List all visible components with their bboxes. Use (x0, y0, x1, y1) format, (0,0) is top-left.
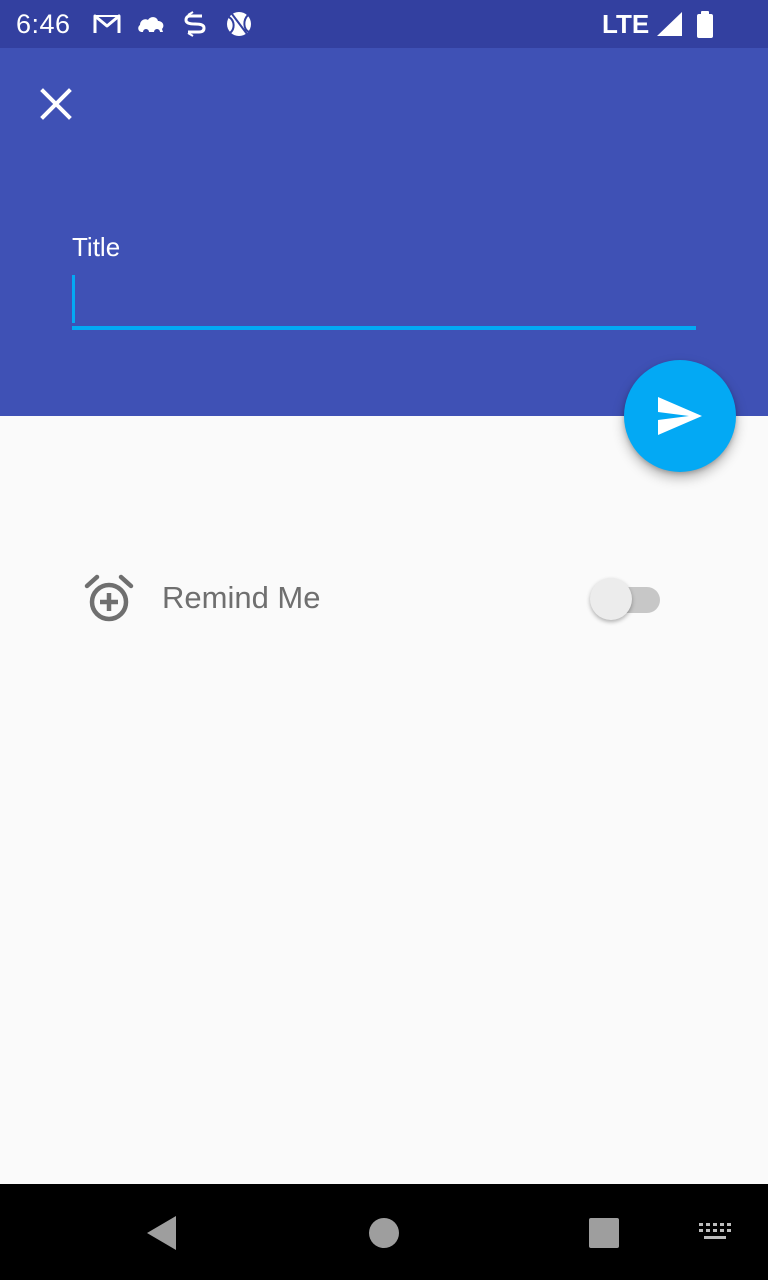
remind-label: Remind Me (162, 580, 321, 615)
close-icon (40, 88, 72, 120)
header: Title (0, 48, 768, 416)
keyboard-icon[interactable] (690, 1208, 740, 1258)
status-bar: 6:46 LTE (0, 0, 768, 48)
text-cursor (72, 275, 75, 323)
send-icon (658, 397, 702, 435)
switch-thumb (590, 578, 632, 620)
screen: 6:46 LTE Title Remind Me (0, 0, 768, 1280)
title-label: Title (72, 232, 121, 262)
remind-row: Remind Me (72, 560, 696, 636)
back-icon[interactable] (136, 1208, 186, 1258)
send-button[interactable] (624, 360, 736, 472)
title-input[interactable] (72, 272, 696, 330)
status-network: LTE (602, 9, 650, 39)
navigation-bar (0, 1184, 768, 1280)
battery-icon (697, 11, 713, 38)
status-time: 6:46 (16, 9, 71, 39)
remind-switch[interactable] (590, 578, 662, 620)
alarm-add-icon (84, 574, 134, 622)
close-button[interactable] (24, 72, 88, 136)
recents-icon[interactable] (579, 1208, 629, 1258)
signal-icon (657, 12, 682, 36)
cloud-icon (138, 17, 164, 35)
home-icon[interactable] (359, 1208, 409, 1258)
sync-icon (184, 11, 206, 37)
basketball-icon (227, 12, 251, 36)
gmail-icon (93, 14, 121, 33)
